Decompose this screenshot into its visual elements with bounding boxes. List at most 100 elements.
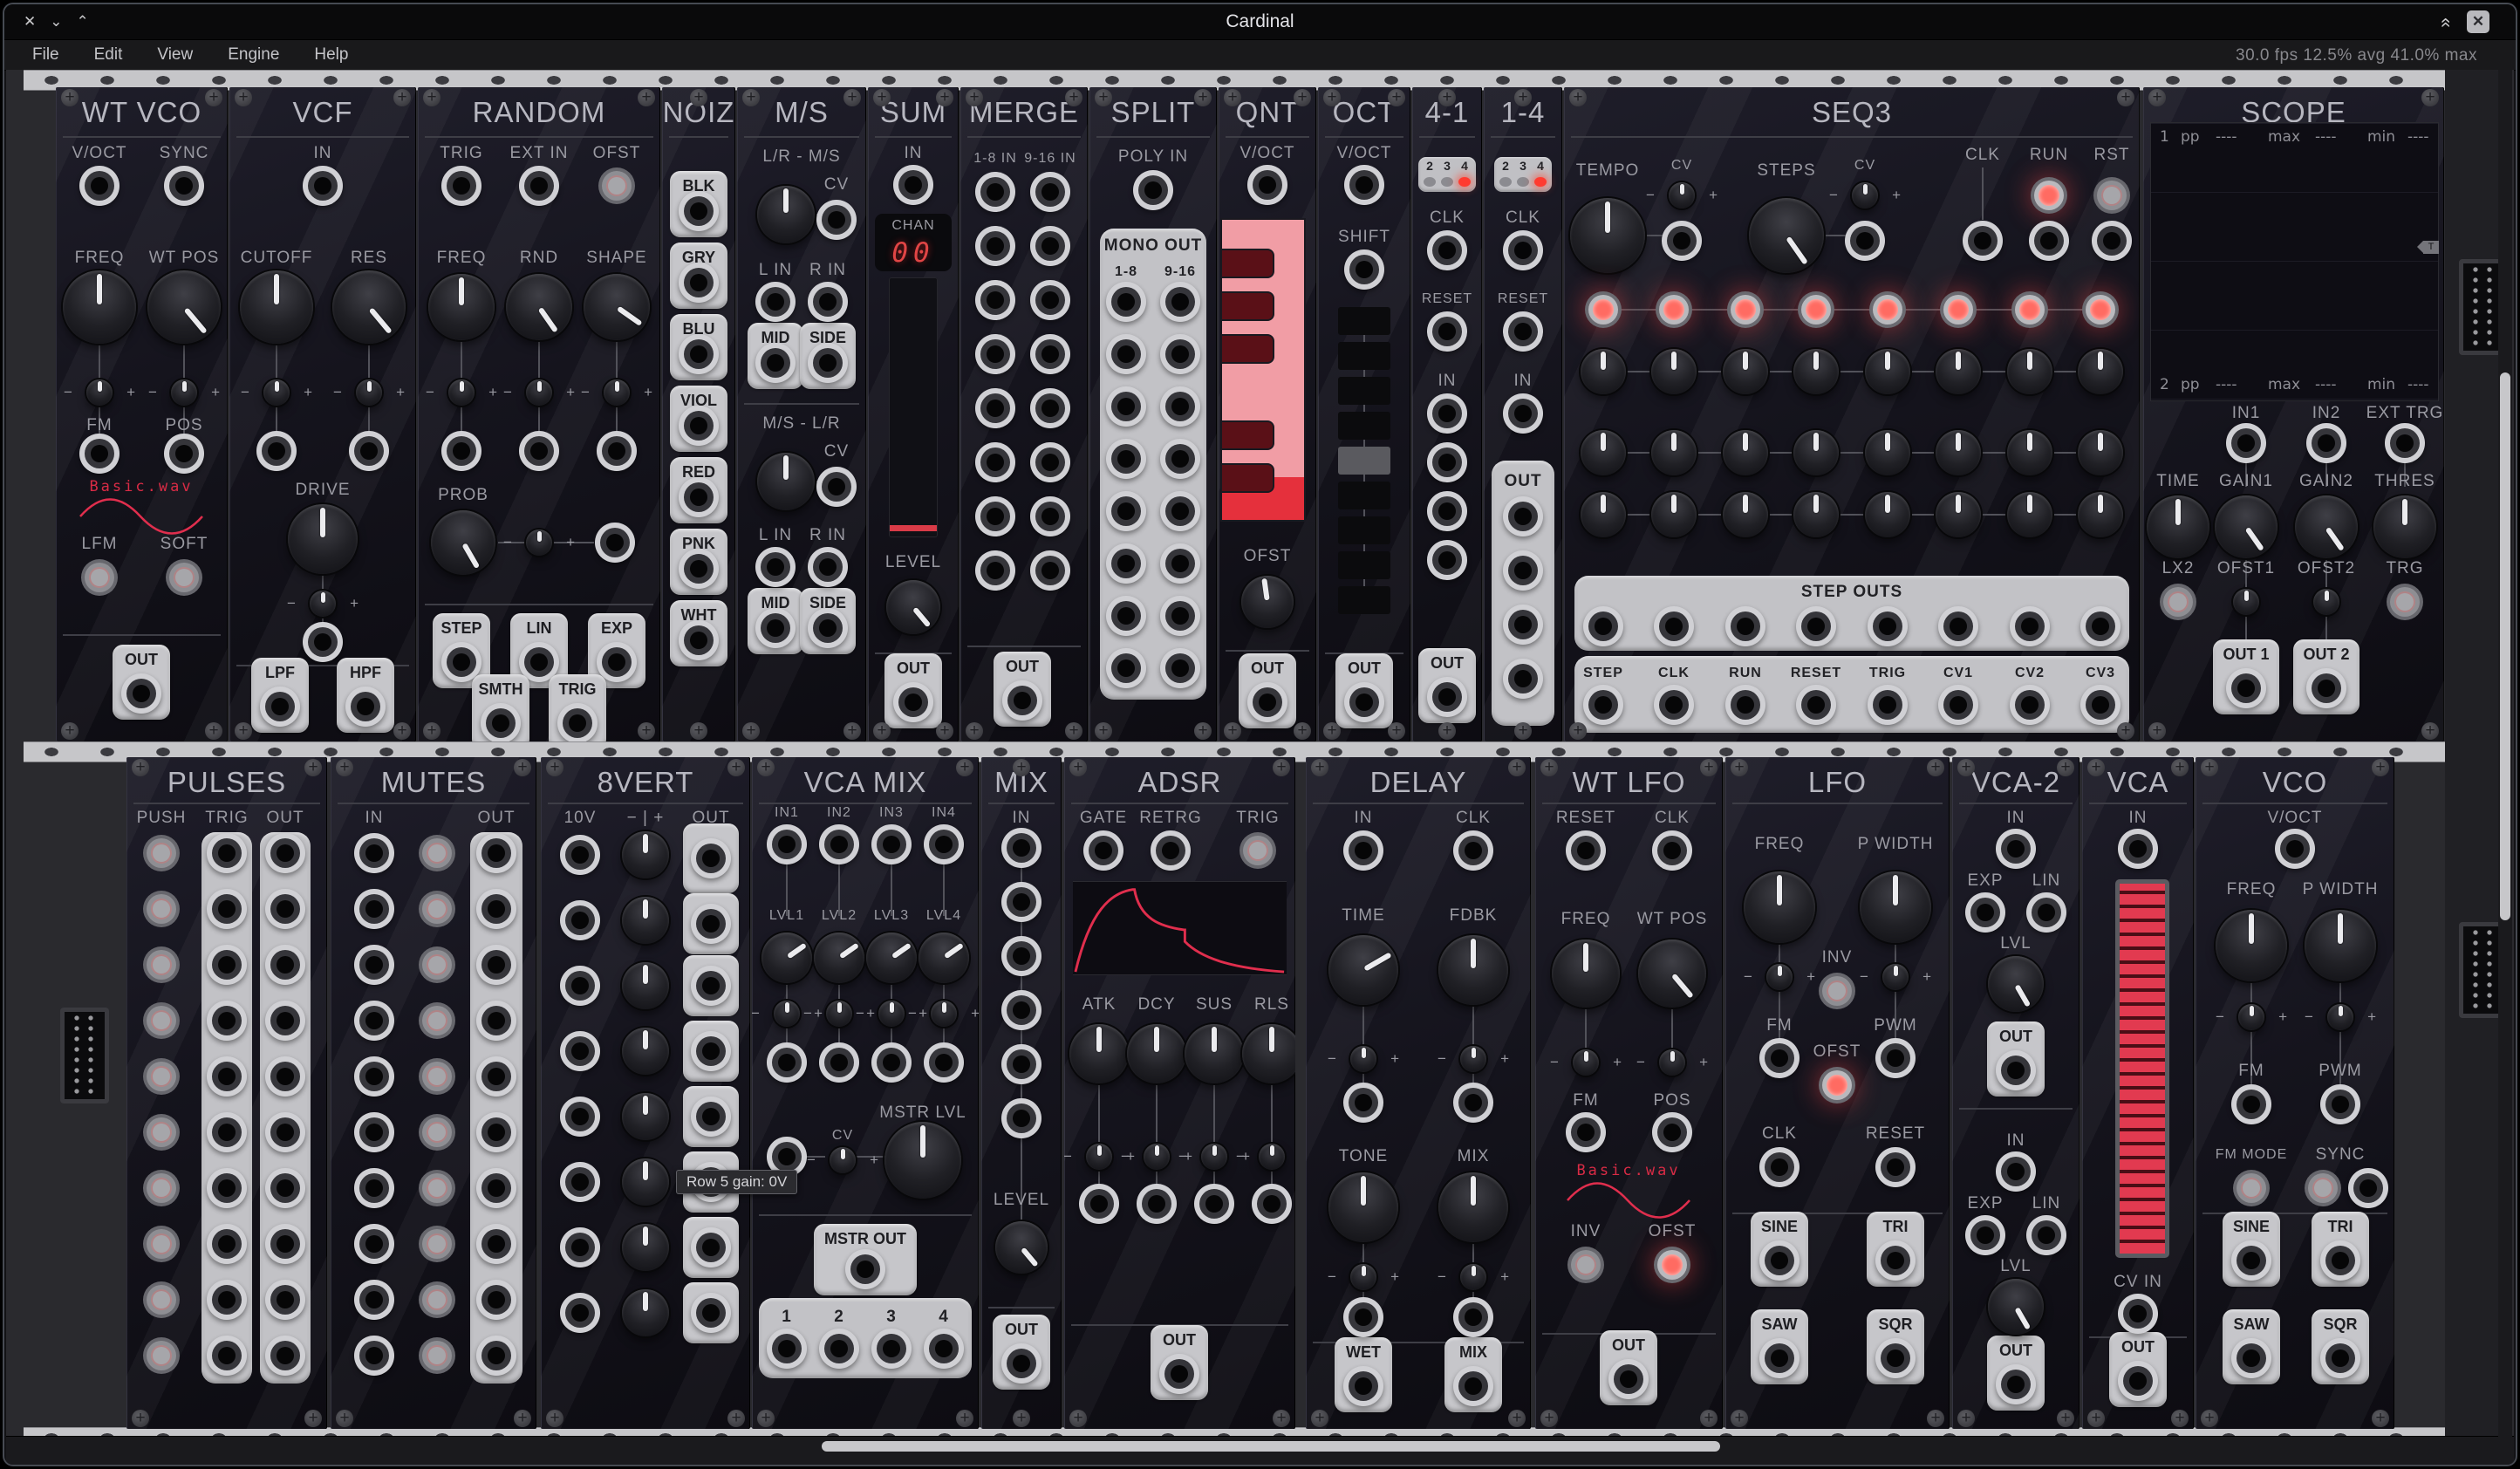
jack-port[interactable] [1514,562,1532,579]
jack-port[interactable] [453,653,470,671]
knob[interactable] [1936,430,1981,475]
jack-port[interactable] [2332,1096,2349,1113]
jack-port[interactable] [91,445,108,462]
jack-port[interactable] [2396,434,2414,452]
led-button[interactable] [151,1066,172,1087]
led-button[interactable] [151,1233,172,1254]
jack-port[interactable] [1514,508,1532,525]
jack-port[interactable] [218,1291,236,1308]
jack-port[interactable] [2243,1252,2260,1269]
knob[interactable] [1988,956,2044,1012]
knob[interactable] [2078,349,2123,394]
jack-port[interactable] [1013,947,1030,965]
jack-port[interactable] [1013,893,1030,911]
led-button[interactable] [1575,1254,1596,1275]
trim-knob[interactable]: −+ [774,1001,800,1027]
jack-port[interactable] [2318,434,2335,452]
jack-port[interactable] [1465,842,1482,859]
jack-port[interactable] [1171,607,1189,625]
horizontal-scrollbar-thumb[interactable] [822,1441,1720,1452]
trim-knob[interactable]: −+ [826,1001,852,1027]
jack-port[interactable] [175,177,193,195]
jack-port[interactable] [2286,840,2304,857]
knob[interactable] [995,1221,1048,1274]
knob[interactable] [884,1122,961,1199]
jack-port[interactable] [778,1054,796,1071]
jack-port[interactable] [1879,696,1896,714]
jack-port[interactable] [488,1068,505,1085]
jack-port[interactable] [2007,1062,2025,1079]
jack-port[interactable] [1438,323,1456,340]
jack-port[interactable] [453,442,470,460]
jack-port[interactable] [1162,842,1179,859]
rack-view[interactable]: WT VCO++++V/OCTSYNCFREQWT POS−+−+FMPOSBa… [6,70,2514,1465]
octave-cell[interactable] [1338,342,1390,370]
trim-knob[interactable]: −+ [1882,964,1909,990]
jack-port[interactable] [1013,1001,1030,1019]
jack-port[interactable] [365,1012,383,1029]
jack-port[interactable] [360,442,378,460]
channel-4-led[interactable] [1534,177,1547,187]
jack-port[interactable] [1737,618,1754,635]
jack-port[interactable] [1356,261,1373,278]
jack-port[interactable] [702,1108,720,1125]
jack-port[interactable] [883,1340,900,1357]
jack-port[interactable] [277,1124,294,1141]
knob[interactable] [1069,1024,1129,1083]
jack-port[interactable] [987,508,1004,525]
jack-port[interactable] [1807,618,1825,635]
led-button[interactable] [427,1066,447,1087]
jack-port[interactable] [1595,618,1612,635]
jack-port[interactable] [1355,1308,1372,1326]
trim-knob[interactable]: −+ [171,379,197,406]
jack-port[interactable] [453,177,470,195]
jack-port[interactable] [830,1340,848,1357]
jack-port[interactable] [365,1235,383,1253]
led-button[interactable] [2241,1178,2262,1199]
knob[interactable] [1581,349,1626,394]
jack-port[interactable] [2243,1349,2260,1367]
jack-port[interactable] [606,534,624,551]
jack-port[interactable] [1887,1349,1904,1367]
knob[interactable] [622,897,669,944]
knob[interactable] [1793,349,1839,394]
knob[interactable] [622,1158,669,1206]
trim-knob[interactable]: −+ [2327,1004,2353,1030]
jack-port[interactable] [571,977,589,994]
jack-port[interactable] [1013,1056,1030,1073]
jack-port[interactable] [365,844,383,862]
led-button[interactable] [2039,185,2059,206]
knob[interactable] [757,453,815,510]
jack-port[interactable] [819,619,837,637]
jack-port[interactable] [2243,1096,2260,1113]
knob[interactable] [1793,430,1839,475]
jack-port[interactable] [365,1068,383,1085]
led-button[interactable] [427,1178,447,1199]
jack-port[interactable] [702,915,720,933]
jack-port[interactable] [830,1054,848,1071]
black-key[interactable] [1222,249,1274,278]
jack-port[interactable] [277,900,294,918]
vertical-scrollbar-thumb[interactable] [2500,372,2510,920]
jack-port[interactable] [571,912,589,929]
jack-port[interactable] [690,345,707,363]
knob[interactable] [1723,492,1768,537]
jack-port[interactable] [702,1304,720,1322]
led-button[interactable] [2394,591,2415,612]
jack-port[interactable] [778,1340,796,1357]
trim-knob[interactable] [2233,589,2259,615]
knob[interactable] [1651,430,1697,475]
jack-port[interactable] [1041,183,1059,201]
trim-knob[interactable]: −+ [263,379,290,406]
black-key[interactable] [1222,463,1274,493]
jack-port[interactable] [702,977,720,994]
knob[interactable] [1570,198,1645,273]
jack-port[interactable] [1095,842,1112,859]
jack-port[interactable] [1737,696,1754,714]
knob[interactable] [1793,492,1839,537]
jack-port[interactable] [1090,1195,1108,1213]
knob[interactable] [1723,349,1768,394]
jack-port[interactable] [1171,293,1189,311]
knob[interactable] [1185,1024,1244,1083]
jack-port[interactable] [488,900,505,918]
